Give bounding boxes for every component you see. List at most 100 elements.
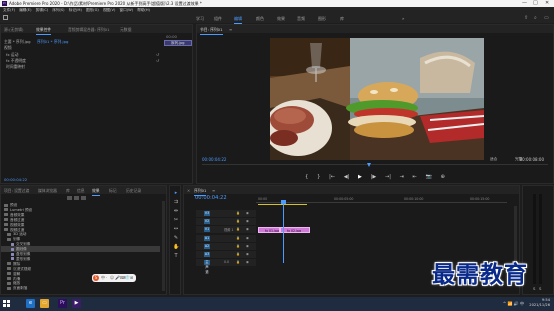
workspace-assembly[interactable]: 组件 <box>214 16 222 22</box>
mark-in-button[interactable]: { <box>305 174 308 180</box>
mute-icon[interactable]: ◉ <box>246 244 249 248</box>
eye-icon[interactable]: ◉ <box>246 227 249 231</box>
pen-tool-icon[interactable]: ✎ <box>173 235 179 241</box>
tab-audio-clip-mixer[interactable]: 音频剪辑混合器: 序列01 <box>68 27 110 33</box>
timeline-menu-icon[interactable]: ≡ <box>212 188 215 193</box>
fx-time-remap[interactable]: 时间重映射 <box>6 64 25 70</box>
export-frame-icon[interactable]: 📷 <box>426 174 432 180</box>
timeline-track-v1[interactable]: V1 视频 1 🔒 ◉ <box>184 226 514 233</box>
ime-toolbar[interactable]: S 中 · ☺ 🎤 ⌨ 👕 ⊞ <box>92 274 136 282</box>
home-icon[interactable] <box>3 15 8 20</box>
ime-punct[interactable]: · <box>106 275 107 280</box>
windows-start-button[interactable] <box>3 300 10 307</box>
program-video-frame[interactable] <box>270 38 484 160</box>
sequence-clip-label[interactable]: 序列01 * 序列.jpg <box>37 39 68 45</box>
tab-effect-controls[interactable]: 效果控件 <box>36 27 52 35</box>
ripple-tool-icon[interactable]: ⇹ <box>173 208 179 214</box>
tab-project[interactable]: 项目: 设置过渡 <box>4 188 29 194</box>
menu-file[interactable]: 文件(F) <box>3 8 15 12</box>
track-target-toggle[interactable]: V1 <box>204 227 210 232</box>
hand-tool-icon[interactable]: ✋ <box>173 244 179 250</box>
menu-help[interactable]: 帮助(H) <box>137 8 150 12</box>
reset-motion-icon[interactable]: ↺ <box>156 52 159 57</box>
menu-markers[interactable]: 标记(M) <box>69 8 82 12</box>
tab-media-browser[interactable]: 媒体浏览器 <box>38 188 57 194</box>
tab-effects[interactable]: 效果 <box>92 188 100 196</box>
tab-info[interactable]: 信息 <box>77 188 85 194</box>
sogou-icon[interactable]: S <box>93 275 99 281</box>
go-to-in-button[interactable]: |← <box>329 174 335 180</box>
effects-search-input[interactable] <box>67 196 101 200</box>
menu-graphics[interactable]: 图形(G) <box>86 8 99 12</box>
timeline-track-a2[interactable]: A2 🔒 ◉ <box>184 243 514 250</box>
effect-controls-timecode[interactable]: 00:00:04:22 <box>4 177 27 182</box>
ime-language[interactable]: 中 <box>101 275 105 281</box>
track-target-toggle[interactable]: V2 <box>204 219 210 224</box>
track-target-toggle[interactable]: V3 <box>204 211 210 216</box>
workspace-audio[interactable]: 音频 <box>297 16 305 22</box>
lock-icon[interactable]: 🔒 <box>236 211 240 215</box>
mute-icon[interactable]: ◉ <box>246 252 249 256</box>
slip-tool-icon[interactable]: ↔ <box>173 226 179 232</box>
program-playhead-timecode[interactable]: 00:00:04:22 <box>202 157 226 162</box>
eye-icon[interactable]: ◉ <box>246 211 249 215</box>
workspace-effects[interactable]: 效果 <box>277 16 285 22</box>
workspace-learn[interactable]: 学习 <box>196 16 204 22</box>
mute-icon[interactable]: ◉ <box>246 236 249 240</box>
menu-edit[interactable]: 编辑(E) <box>19 8 31 12</box>
close-tab-icon[interactable]: ✕ <box>187 188 190 193</box>
panel-menu-icon[interactable]: ≡ <box>229 27 232 32</box>
workspace-libraries[interactable]: 库 <box>340 16 344 22</box>
go-to-out-button[interactable]: →| <box>385 174 391 180</box>
track-target-toggle[interactable]: 主声道 <box>204 260 210 274</box>
track-select-tool-icon[interactable]: ⇉ <box>173 199 179 205</box>
program-time-ruler[interactable] <box>202 164 548 168</box>
select-tool-icon[interactable]: ▸ <box>173 190 179 196</box>
timeline-track-a1[interactable]: A1 🔒 ◉ <box>184 235 514 242</box>
ime-emoji-icon[interactable]: ☺ <box>110 275 114 280</box>
lock-icon[interactable]: 🔒 <box>236 236 240 240</box>
lift-button[interactable]: ⇥ <box>400 174 404 180</box>
tab-metadata[interactable]: 元数据 <box>120 27 131 33</box>
lock-icon[interactable]: 🔒 <box>236 252 240 256</box>
tab-source[interactable]: 源:(无剪辑) <box>4 27 23 33</box>
lock-icon[interactable]: 🔒 <box>236 219 240 223</box>
timeline-clip[interactable]: fx 01.jpg <box>258 226 280 233</box>
tab-program-monitor[interactable]: 节目: 序列01 <box>200 27 223 35</box>
tab-markers[interactable]: 标记 <box>109 188 117 194</box>
play-button[interactable]: ▶ <box>358 174 362 180</box>
tab-sequence[interactable]: 序列01 <box>194 188 207 196</box>
mute-icon[interactable]: ◉ <box>246 260 249 264</box>
tab-libraries[interactable]: 库 <box>66 188 70 194</box>
premiere-taskbar-icon[interactable]: Pr <box>58 299 67 308</box>
minimize-button[interactable]: — <box>522 0 527 7</box>
workspace-overflow-button[interactable]: » <box>402 16 404 21</box>
track-target-toggle[interactable]: A1 <box>204 236 210 241</box>
razor-tool-icon[interactable]: ✂ <box>173 217 179 223</box>
menu-sequence[interactable]: 序列(S) <box>52 8 64 12</box>
extract-button[interactable]: ⇤ <box>413 174 417 180</box>
workspace-color[interactable]: 颜色 <box>256 16 264 22</box>
effects-folder[interactable]: 页面剥落 <box>1 285 160 291</box>
menu-view[interactable]: 视图(V) <box>103 8 115 12</box>
reset-opacity-icon[interactable]: ↺ <box>156 58 159 63</box>
ime-toolbox-icon[interactable]: ⊞ <box>130 275 133 280</box>
timeline-timecode[interactable]: 00:00:04:22 <box>195 195 227 201</box>
timeline-track-a3[interactable]: A3 🔒 ◉ <box>184 251 514 258</box>
clock[interactable]: 9:54 2021/11/26 <box>529 298 550 308</box>
track-target-toggle[interactable]: A2 <box>204 244 210 249</box>
timeline-scrollbar[interactable] <box>514 206 517 266</box>
timeline-clip[interactable]: fx 02.jpg <box>280 226 310 233</box>
effects-scrollbar[interactable] <box>162 201 165 291</box>
type-tool-icon[interactable]: T <box>173 253 179 259</box>
mini-timeline-clip[interactable]: 序列.jpg <box>164 40 192 46</box>
lock-icon[interactable]: 🔒 <box>236 244 240 248</box>
lock-icon[interactable]: 🔒 <box>236 260 240 264</box>
file-explorer-icon[interactable]: ▭ <box>40 299 49 308</box>
step-forward-button[interactable]: |▶ <box>371 174 377 180</box>
notification-icon[interactable]: ▭ <box>544 15 549 21</box>
workspace-graphics[interactable]: 图形 <box>318 16 326 22</box>
media-app-icon[interactable]: ▶ <box>72 299 81 308</box>
maximize-button[interactable]: □ <box>533 0 538 7</box>
track-target-toggle[interactable]: A3 <box>204 252 210 257</box>
